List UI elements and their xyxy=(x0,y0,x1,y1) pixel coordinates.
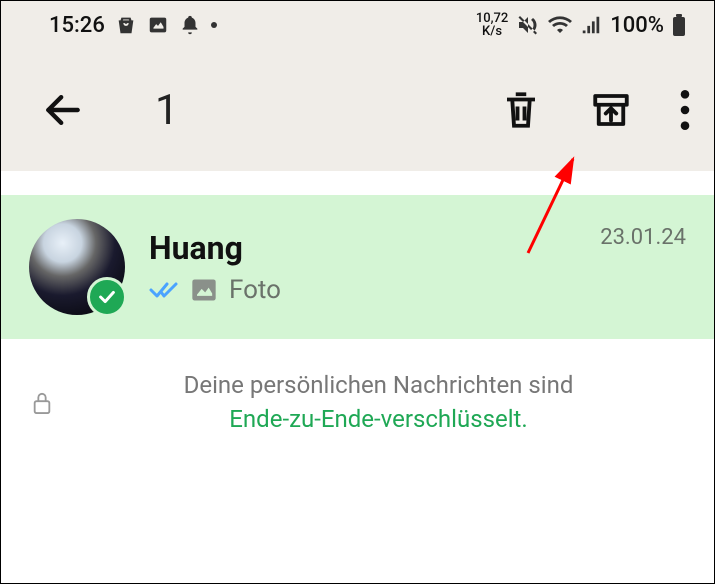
selected-count: 1 xyxy=(155,86,450,135)
battery-icon xyxy=(672,14,686,36)
read-doublecheck-icon xyxy=(149,280,179,300)
status-speed: 10,72 K/s xyxy=(476,12,508,38)
unarchive-button[interactable] xyxy=(590,89,632,131)
bell-icon xyxy=(179,14,201,36)
wifi-icon xyxy=(548,13,572,37)
dot-icon xyxy=(211,22,217,28)
chat-row[interactable]: Huang Foto 23.01.24 xyxy=(1,195,714,339)
image-icon xyxy=(147,14,169,36)
status-bar: 15:26 10,72 K/s 100% xyxy=(1,1,714,49)
avatar-wrap xyxy=(29,219,125,315)
chat-name: Huang xyxy=(149,229,576,267)
shopping-bag-icon xyxy=(115,14,137,36)
chat-preview: Foto xyxy=(149,275,576,305)
delete-button[interactable] xyxy=(500,89,542,131)
encryption-text: Deine persönlichen Nachrichten sind xyxy=(184,371,574,399)
photo-thumb-icon xyxy=(189,276,219,304)
signal-icon xyxy=(580,14,602,36)
more-button[interactable] xyxy=(680,90,690,130)
encryption-notice: Deine persönlichen Nachrichten sind Ende… xyxy=(1,339,714,436)
selected-check-icon xyxy=(87,277,127,317)
chat-preview-label: Foto xyxy=(229,275,281,305)
back-button[interactable] xyxy=(41,88,85,132)
selection-toolbar: 1 xyxy=(1,49,714,171)
chat-info: Huang Foto xyxy=(149,229,576,305)
status-time: 15:26 xyxy=(49,13,105,38)
lock-icon xyxy=(31,390,53,416)
encryption-link[interactable]: Ende-zu-Ende-verschlüsselt xyxy=(229,405,521,433)
status-battery-percent: 100% xyxy=(610,13,664,38)
chat-date: 23.01.24 xyxy=(600,225,686,250)
mute-icon xyxy=(516,13,540,37)
